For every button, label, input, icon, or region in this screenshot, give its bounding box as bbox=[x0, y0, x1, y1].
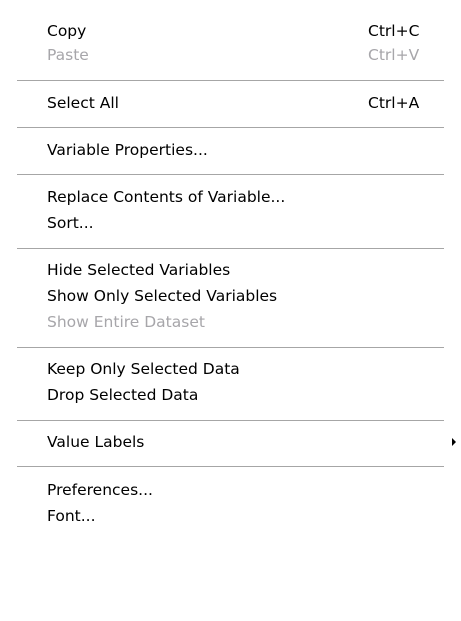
submenu-arrow-icon bbox=[452, 438, 456, 446]
menu-item-label: Preferences... bbox=[47, 481, 153, 499]
menu-item-label: Paste bbox=[47, 46, 89, 64]
menu-separator bbox=[17, 174, 444, 175]
menu-item-select-all[interactable]: Select All Ctrl+A bbox=[47, 90, 461, 116]
menu-item-keep-only-selected-data[interactable]: Keep Only Selected Data bbox=[47, 356, 461, 382]
menu-item-label: Hide Selected Variables bbox=[47, 261, 231, 279]
menu-separator bbox=[17, 80, 444, 81]
menu-separator bbox=[17, 420, 444, 421]
menu-item-shortcut: Ctrl+A bbox=[368, 94, 420, 112]
menu-item-label: Sort... bbox=[47, 214, 94, 232]
menu-item-shortcut: Ctrl+C bbox=[368, 22, 420, 40]
menu-item-sort[interactable]: Sort... bbox=[47, 210, 461, 236]
menu-separator bbox=[17, 347, 444, 348]
menu-item-replace-contents[interactable]: Replace Contents of Variable... bbox=[47, 184, 461, 210]
context-menu: Copy Ctrl+C Paste Ctrl+V Select All Ctrl… bbox=[0, 0, 461, 621]
menu-item-label: Show Only Selected Variables bbox=[47, 287, 278, 305]
menu-item-font[interactable]: Font... bbox=[47, 503, 461, 529]
menu-item-label: Keep Only Selected Data bbox=[47, 360, 240, 378]
menu-item-show-only-selected-variables[interactable]: Show Only Selected Variables bbox=[47, 283, 461, 309]
menu-item-label: Select All bbox=[47, 94, 119, 112]
menu-item-label: Drop Selected Data bbox=[47, 386, 199, 404]
menu-item-label: Font... bbox=[47, 507, 96, 525]
menu-item-label: Value Labels bbox=[47, 433, 145, 451]
menu-separator bbox=[17, 248, 444, 249]
menu-item-drop-selected-data[interactable]: Drop Selected Data bbox=[47, 382, 461, 408]
menu-item-preferences[interactable]: Preferences... bbox=[47, 477, 461, 503]
menu-item-label: Replace Contents of Variable... bbox=[47, 188, 286, 206]
menu-separator bbox=[17, 466, 444, 467]
menu-item-show-entire-dataset[interactable]: Show Entire Dataset bbox=[47, 309, 461, 335]
menu-item-variable-properties[interactable]: Variable Properties... bbox=[47, 137, 461, 163]
menu-item-paste[interactable]: Paste Ctrl+V bbox=[47, 42, 461, 68]
menu-item-value-labels[interactable]: Value Labels bbox=[47, 429, 461, 455]
menu-item-copy[interactable]: Copy Ctrl+C bbox=[47, 18, 461, 44]
menu-item-hide-selected-variables[interactable]: Hide Selected Variables bbox=[47, 257, 461, 283]
menu-item-shortcut: Ctrl+V bbox=[368, 46, 420, 64]
menu-item-label: Show Entire Dataset bbox=[47, 313, 205, 331]
menu-separator bbox=[17, 127, 444, 128]
menu-item-label: Copy bbox=[47, 22, 87, 40]
menu-item-label: Variable Properties... bbox=[47, 141, 208, 159]
